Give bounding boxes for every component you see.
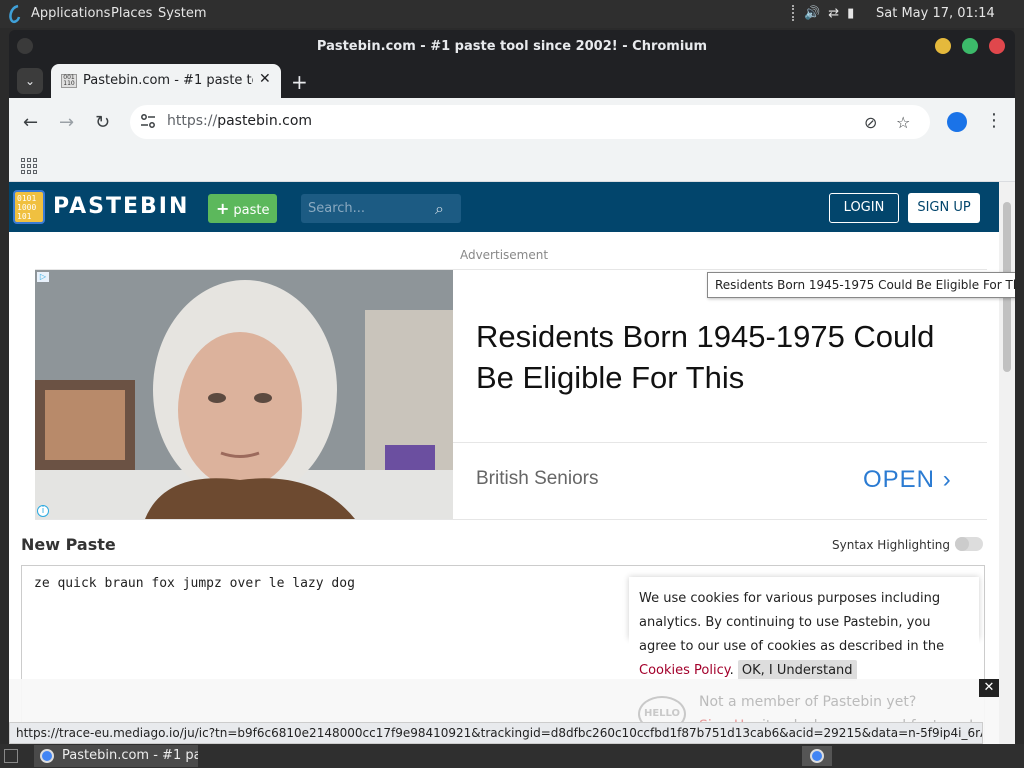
cookie-notice: We use cookies for various purposes incl… xyxy=(629,584,979,686)
cookie-accept-button[interactable]: OK, I Understand xyxy=(737,660,857,681)
pastebin-logo-icon[interactable]: 0101 1000 101 xyxy=(13,190,45,224)
taskbar-item-chromium[interactable]: Pastebin.com - #1 paste tool since 2002!… xyxy=(34,745,198,767)
cookie-text: We use cookies for various purposes incl… xyxy=(639,591,945,654)
bookmarks-bar xyxy=(9,148,1015,182)
pastebin-header: 0101 1000 101 PASTEBIN + paste Search... ⌕… xyxy=(9,182,999,232)
menu-places[interactable]: Places xyxy=(111,6,152,21)
browser-menu-icon[interactable]: ⋮ xyxy=(985,110,1003,131)
profile-avatar-icon[interactable] xyxy=(947,112,967,132)
new-tab-icon[interactable]: + xyxy=(291,70,308,94)
menu-system[interactable]: System xyxy=(158,6,206,21)
pastebin-logo-text[interactable]: PASTEBIN xyxy=(53,194,189,219)
site-settings-icon[interactable] xyxy=(140,113,156,129)
ad-info-icon[interactable]: i xyxy=(37,505,49,517)
eye-slash-icon[interactable]: ⊘ xyxy=(864,113,877,132)
bottom-taskbar: Pastebin.com - #1 paste tool since 2002!… xyxy=(0,744,1024,768)
forward-icon[interactable]: → xyxy=(59,112,74,133)
tab-close-icon[interactable]: ✕ xyxy=(259,71,271,87)
ad-open-button[interactable]: OPEN › xyxy=(863,466,952,494)
cookies-policy-link[interactable]: Cookies Policy xyxy=(639,663,730,678)
window-titlebar[interactable]: Pastebin.com - #1 paste tool since 2002!… xyxy=(9,30,1015,64)
volume-icon[interactable]: 🔊 xyxy=(804,6,820,21)
menu-applications[interactable]: Applications xyxy=(31,6,110,21)
member-prompt: Not a member of Pastebin yet? xyxy=(699,694,917,710)
url-text: https://pastebin.com xyxy=(167,113,312,129)
tab-strip: ⌄ 001 110 Pastebin.com - #1 paste tool s… xyxy=(9,64,1015,98)
page-viewport: 0101 1000 101 PASTEBIN + paste Search... ⌕… xyxy=(9,182,999,744)
browser-toolbar: ← → ↻ https://pastebin.com ⊘ ☆ ⋮ xyxy=(9,98,1015,148)
new-paste-heading: New Paste xyxy=(21,535,116,554)
chromium-icon xyxy=(40,749,54,763)
url-scheme: https:// xyxy=(167,113,218,129)
address-bar[interactable]: https://pastebin.com ⊘ ☆ xyxy=(130,105,930,139)
search-icon[interactable]: ⌕ xyxy=(435,194,444,223)
cookie-text-end: . xyxy=(729,663,734,678)
chevron-right-icon: › xyxy=(942,466,952,493)
bookmark-star-icon[interactable]: ☆ xyxy=(896,113,910,132)
ad-brand[interactable]: British Seniors xyxy=(476,468,599,490)
back-icon[interactable]: ← xyxy=(23,112,38,133)
ad-bottom-divider xyxy=(35,519,987,520)
panel-handle-icon xyxy=(792,5,796,21)
syntax-highlighting-label: Syntax Highlighting xyxy=(832,538,951,552)
new-paste-button[interactable]: + paste xyxy=(208,194,277,223)
status-url-bubble: https://trace-eu.mediago.io/ju/ic?tn=b9f… xyxy=(9,722,983,744)
ad-divider xyxy=(453,442,987,443)
toggle-knob xyxy=(955,537,969,551)
tab-pastebin[interactable]: 001 110 Pastebin.com - #1 paste tool sin… xyxy=(51,64,281,98)
paste-button-label: paste xyxy=(233,203,270,218)
page-scrollbar[interactable] xyxy=(999,182,1015,744)
pastebin-favicon-icon: 001 110 xyxy=(61,74,77,88)
show-desktop-icon[interactable] xyxy=(4,749,18,763)
url-host: pastebin.com xyxy=(217,113,313,129)
signup-button[interactable]: SIGN UP xyxy=(908,193,980,223)
taskbar-item-label: Pastebin.com - #1 paste tool since 2002!… xyxy=(62,748,198,763)
window-menu-button[interactable] xyxy=(17,38,33,54)
system-top-panel: Applications Places System 🔊 ⇄ ▮ Sat May… xyxy=(0,0,1024,28)
browser-window: Pastebin.com - #1 paste tool since 2002!… xyxy=(9,30,1015,744)
window-title: Pastebin.com - #1 paste tool since 2002!… xyxy=(316,39,708,54)
apps-grid-icon[interactable] xyxy=(21,158,37,174)
network-icon[interactable]: ⇄ xyxy=(828,6,839,21)
chromium-workspace-icon xyxy=(810,749,824,763)
search-placeholder: Search... xyxy=(308,201,366,216)
ad-headline[interactable]: Residents Born 1945-1975 Could Be Eligib… xyxy=(476,316,976,398)
ad-image[interactable] xyxy=(35,270,453,519)
plus-icon: + xyxy=(216,199,230,218)
tab-search-button[interactable]: ⌄ xyxy=(17,68,43,94)
syntax-highlighting-toggle[interactable] xyxy=(955,537,983,551)
distro-logo-icon[interactable] xyxy=(6,4,24,24)
login-button[interactable]: LOGIN xyxy=(829,193,899,223)
search-input[interactable]: Search... ⌕ xyxy=(301,194,461,223)
ad-label: Advertisement xyxy=(459,248,549,262)
ad-choices-icon[interactable]: ▷ xyxy=(37,272,49,282)
battery-icon[interactable]: ▮ xyxy=(847,6,854,21)
clock[interactable]: Sat May 17, 01:14 xyxy=(876,6,995,21)
member-bar-close-icon[interactable]: ✕ xyxy=(979,679,999,697)
close-window-button[interactable] xyxy=(989,38,1005,54)
ad-open-label: OPEN xyxy=(863,466,936,493)
reload-icon[interactable]: ↻ xyxy=(95,112,110,133)
maximize-button[interactable] xyxy=(962,38,978,54)
ad-tooltip: Residents Born 1945-1975 Could Be Eligib… xyxy=(707,272,1015,298)
minimize-button[interactable] xyxy=(935,38,951,54)
ad-photo-illustration xyxy=(35,270,453,519)
workspace-switcher[interactable] xyxy=(802,746,832,766)
tab-title: Pastebin.com - #1 paste tool since 2002! xyxy=(83,73,253,88)
